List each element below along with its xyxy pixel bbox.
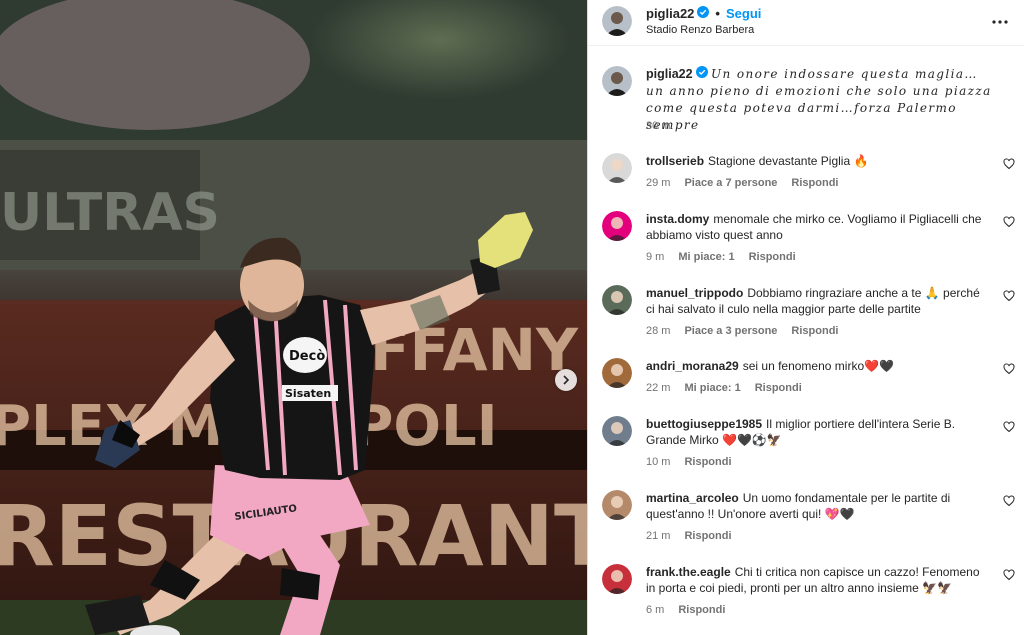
author-avatar[interactable] bbox=[602, 6, 632, 36]
author-username[interactable]: piglia22 bbox=[646, 6, 694, 21]
comment-text-block: andri_morana29 sei un fenomeno mirko❤️🖤 bbox=[646, 358, 991, 374]
comment-time: 29 m bbox=[646, 177, 671, 189]
comment-meta: 28 m Piace a 3 persone Rispondi bbox=[646, 325, 838, 337]
reply-button[interactable]: Rispondi bbox=[684, 530, 731, 542]
reply-button[interactable]: Rispondi bbox=[791, 177, 838, 189]
commenter-username[interactable]: martina_arcoleo bbox=[646, 491, 739, 505]
post-header: piglia22 • Segui Stadio Renzo Barbera bbox=[588, 0, 1024, 46]
like-comment-heart-icon[interactable] bbox=[1003, 289, 1015, 307]
commenter-username[interactable]: frank.the.eagle bbox=[646, 565, 731, 579]
like-comment-heart-icon[interactable] bbox=[1003, 420, 1015, 438]
post-photo[interactable]: ULTRAS FFANY PLEX MEROPOLI RESTAURANT & … bbox=[0, 0, 587, 635]
comment-text-block: insta.domy menomale che mirko ce. Vogliam… bbox=[646, 211, 991, 243]
like-comment-heart-icon[interactable] bbox=[1003, 157, 1015, 175]
comment-body: Stagione devastante Piglia 🔥 bbox=[708, 154, 869, 168]
comment-meta: 21 m Rispondi bbox=[646, 530, 732, 542]
like-comment-heart-icon[interactable] bbox=[1003, 215, 1015, 233]
comment-likes[interactable]: Piace a 7 persone bbox=[684, 177, 777, 189]
reply-button[interactable]: Rispondi bbox=[678, 604, 725, 616]
jersey-sponsor: Decò bbox=[289, 349, 325, 364]
goalkeeper-photo: ULTRAS FFANY PLEX MEROPOLI RESTAURANT & … bbox=[0, 0, 587, 635]
post-location[interactable]: Stadio Renzo Barbera bbox=[646, 24, 754, 36]
comment-meta: 10 m Rispondi bbox=[646, 456, 732, 468]
comment-time: 22 m bbox=[646, 382, 671, 394]
commenter-username[interactable]: andri_morana29 bbox=[646, 359, 739, 373]
jersey-sponsor-3: Sisaten bbox=[285, 387, 331, 400]
verified-badge-icon bbox=[695, 66, 708, 83]
comment-time: 9 m bbox=[646, 251, 665, 263]
reply-button[interactable]: Rispondi bbox=[684, 456, 731, 468]
comment-meta: 6 m Rispondi bbox=[646, 604, 725, 616]
caption-text-block: piglia22 Un onore indossare questa magli… bbox=[646, 66, 996, 134]
comment-text-block: frank.the.eagle Chi ti critica non capisc… bbox=[646, 564, 991, 596]
comment-likes[interactable]: Piace a 3 persone bbox=[684, 325, 777, 337]
comment-text-block: trollserieb Stagione devastante Piglia 🔥 bbox=[646, 153, 991, 169]
like-comment-heart-icon[interactable] bbox=[1003, 494, 1015, 512]
comment-time: 6 m bbox=[646, 604, 665, 616]
comment-time: 28 m bbox=[646, 325, 671, 337]
reply-button[interactable]: Rispondi bbox=[791, 325, 838, 337]
comment-text-block: manuel_trippodo Dobbiamo ringraziare anch… bbox=[646, 285, 991, 317]
follow-button[interactable]: Segui bbox=[726, 6, 761, 21]
commenter-avatar[interactable] bbox=[602, 211, 632, 241]
commenter-avatar[interactable] bbox=[602, 564, 632, 594]
comment-time: 21 m bbox=[646, 530, 671, 542]
comment-time: 10 m bbox=[646, 456, 671, 468]
commenter-avatar[interactable] bbox=[602, 153, 632, 183]
comment-likes[interactable]: Mi piace: 1 bbox=[684, 382, 740, 394]
comment-likes[interactable]: Mi piace: 1 bbox=[678, 251, 734, 263]
comment-body: sei un fenomeno mirko❤️🖤 bbox=[742, 359, 894, 373]
commenter-username[interactable]: manuel_trippodo bbox=[646, 286, 743, 300]
commenter-avatar[interactable] bbox=[602, 285, 632, 315]
reply-button[interactable]: Rispondi bbox=[749, 251, 796, 263]
separator-dot: • bbox=[715, 6, 720, 21]
commenter-username[interactable]: insta.domy bbox=[646, 212, 709, 226]
comment-meta: 22 m Mi piace: 1 Rispondi bbox=[646, 382, 802, 394]
caption-avatar[interactable] bbox=[602, 66, 632, 96]
caption-time: 30 m bbox=[646, 120, 671, 132]
more-options-icon[interactable] bbox=[991, 10, 1009, 28]
ultras-sign: ULTRAS bbox=[0, 183, 220, 243]
commenter-avatar[interactable] bbox=[602, 416, 632, 446]
like-comment-heart-icon[interactable] bbox=[1003, 568, 1015, 586]
reply-button[interactable]: Rispondi bbox=[755, 382, 802, 394]
like-comment-heart-icon[interactable] bbox=[1003, 362, 1015, 380]
commenter-username[interactable]: trollserieb bbox=[646, 154, 704, 168]
commenter-avatar[interactable] bbox=[602, 490, 632, 520]
next-photo-button[interactable] bbox=[555, 369, 577, 391]
post-details-panel: piglia22 • Segui Stadio Renzo Barbera pi… bbox=[587, 0, 1024, 635]
verified-badge-icon bbox=[697, 6, 710, 21]
commenter-username[interactable]: buettogiuseppe1985 bbox=[646, 417, 762, 431]
comment-meta: 29 m Piace a 7 persone Rispondi bbox=[646, 177, 838, 189]
comment-text-block: buettogiuseppe1985 Il miglior portiere de… bbox=[646, 416, 991, 448]
caption-username[interactable]: piglia22 bbox=[646, 67, 693, 81]
comment-meta: 9 m Mi piace: 1 Rispondi bbox=[646, 251, 796, 263]
author-row: piglia22 • Segui bbox=[646, 6, 761, 21]
comment-text-block: martina_arcoleo Un uomo fondamentale per … bbox=[646, 490, 991, 522]
commenter-avatar[interactable] bbox=[602, 358, 632, 388]
post-modal: ULTRAS FFANY PLEX MEROPOLI RESTAURANT & … bbox=[0, 0, 1024, 635]
chevron-right-icon bbox=[563, 375, 570, 385]
